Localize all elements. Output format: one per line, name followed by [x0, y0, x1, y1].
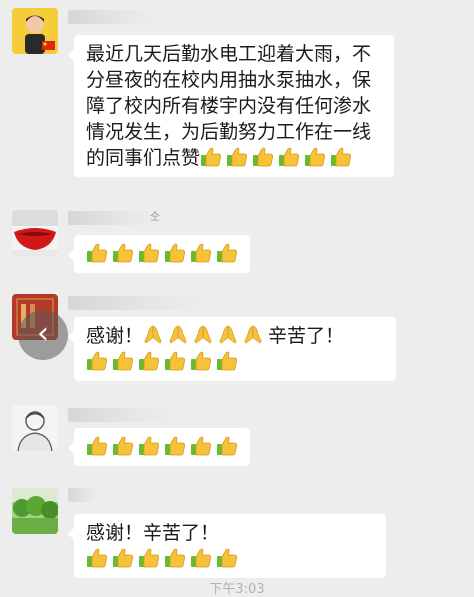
- sender-nickname: [68, 10, 156, 24]
- sender-nickname: [68, 488, 100, 502]
- thumbs-up-icon: [190, 242, 212, 264]
- sender-avatar[interactable]: [12, 405, 58, 451]
- back-button[interactable]: ‹: [18, 310, 68, 360]
- message-text-after: 辛苦了！: [268, 325, 345, 347]
- thumbs-up-icon: [164, 350, 186, 372]
- sender-nickname: 仝: [68, 211, 160, 225]
- thumbs-up-icon: [200, 146, 222, 168]
- folded-hands-icon: [168, 324, 188, 346]
- sender-nickname: [68, 408, 174, 422]
- sender-avatar[interactable]: [12, 210, 58, 256]
- thumbs-up-icon: [216, 242, 238, 264]
- thumbs-up-icon: [86, 242, 108, 264]
- message-bubble[interactable]: [68, 428, 250, 466]
- folded-hands-icon: [218, 324, 238, 346]
- message-bubble[interactable]: [68, 235, 250, 273]
- thumbs-up-icon: [86, 435, 108, 457]
- folded-hands-icon: [243, 324, 263, 346]
- thumbs-up-icon: [138, 435, 160, 457]
- message-bubble[interactable]: 感谢！ 辛苦了！: [68, 317, 396, 381]
- thumbs-up-icon: [190, 435, 212, 457]
- chevron-left-icon: ‹: [37, 316, 49, 351]
- thumbs-up-icon: [190, 350, 212, 372]
- thumbs-up-icon: [138, 547, 160, 569]
- thumbs-up-icon: [164, 242, 186, 264]
- message-bubble[interactable]: 最近几天后勤水电工迎着大雨，不分昼夜的在校内用抽水泵抽水，保障了校内所有楼宇内没…: [68, 35, 394, 177]
- message-bubble[interactable]: 感谢！辛苦了！: [68, 514, 386, 578]
- message-text: 感谢！: [86, 325, 144, 347]
- thumbs-up-icon: [138, 242, 160, 264]
- thumbs-up-icon: [112, 435, 134, 457]
- thumbs-up-icon: [226, 146, 248, 168]
- thumbs-up-icon: [190, 547, 212, 569]
- thumbs-up-icon: [112, 350, 134, 372]
- thumbs-up-group: [86, 349, 384, 375]
- thumbs-up-icon: [304, 146, 326, 168]
- thumbs-up-icon: [330, 146, 352, 168]
- thumbs-up-icon: [216, 435, 238, 457]
- folded-hands-group: [143, 325, 268, 347]
- thumbs-up-icon: [278, 146, 300, 168]
- thumbs-up-icon: [86, 547, 108, 569]
- message-timestamp: 下午3:03: [209, 582, 265, 597]
- thumbs-up-group: [86, 436, 242, 458]
- thumbs-up-icon: [216, 350, 238, 372]
- thumbs-up-icon: [164, 547, 186, 569]
- thumbs-up-icon: [216, 547, 238, 569]
- thumbs-up-group: [86, 243, 242, 265]
- thumbs-up-icon: [164, 435, 186, 457]
- thumbs-up-icon: [86, 350, 108, 372]
- thumbs-up-icon: [112, 242, 134, 264]
- thumbs-up-group: [200, 147, 356, 169]
- folded-hands-icon: [143, 324, 163, 346]
- message-text: 感谢！辛苦了！: [86, 522, 220, 544]
- sender-avatar[interactable]: [12, 488, 58, 534]
- folded-hands-icon: [193, 324, 213, 346]
- thumbs-up-icon: [138, 350, 160, 372]
- thumbs-up-group: [86, 548, 242, 570]
- sender-nickname: [68, 296, 208, 310]
- sender-avatar[interactable]: [12, 8, 58, 54]
- thumbs-up-icon: [112, 547, 134, 569]
- thumbs-up-icon: [252, 146, 274, 168]
